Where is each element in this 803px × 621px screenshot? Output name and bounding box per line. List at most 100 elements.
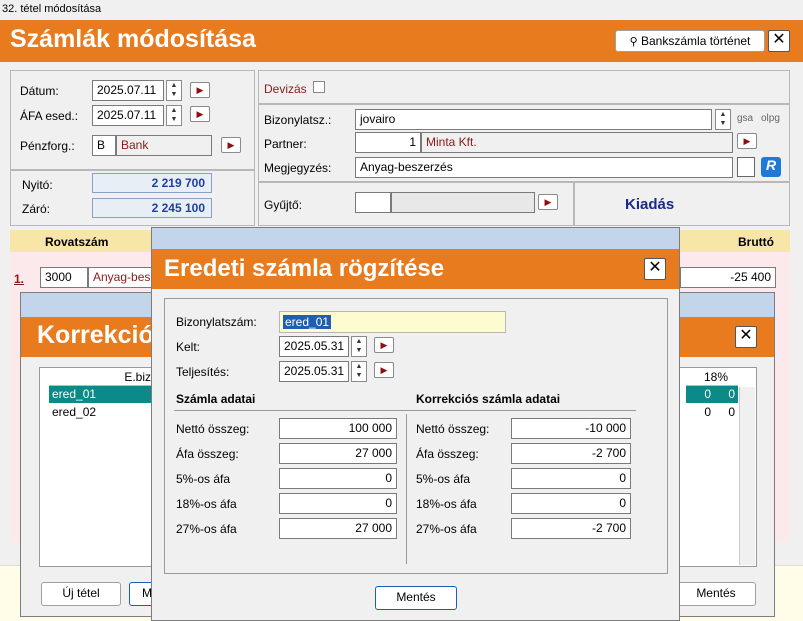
bank-history-button[interactable]: ⚲ Bankszámla történet <box>615 30 765 52</box>
korr-afa18-label: 18%-os áfa <box>416 497 477 511</box>
teljesites-input[interactable]: 2025.05.31 <box>279 361 349 382</box>
korr-adatai-header: Korrekciós számla adatai <box>416 392 561 406</box>
penzforg-value: Bank <box>116 135 212 156</box>
kelt-label: Kelt: <box>176 340 201 354</box>
korr-netto-input[interactable]: -10 000 <box>511 418 631 439</box>
afa18-input[interactable]: 0 <box>279 493 397 514</box>
eredeti-szamla-dialog: Eredeti számla rögzítése ✕ Bizonylatszám… <box>151 227 680 621</box>
afa18-label: 18%-os áfa <box>176 497 237 511</box>
list-scrollbar[interactable] <box>739 387 755 565</box>
korr-afa-osszeg-input[interactable]: -2 700 <box>511 443 631 464</box>
col-ebizs: E.bizs <box>49 368 159 386</box>
uj-tetel-button[interactable]: Új tétel <box>41 582 121 606</box>
korr-afa18-input[interactable]: 0 <box>511 493 631 514</box>
col-18: 18% <box>686 368 738 386</box>
penzforg-label: Pénzforg.: <box>20 139 75 153</box>
megjegyzes-input[interactable]: Anyag-beszerzés <box>355 157 733 178</box>
kiadas-panel <box>574 182 790 226</box>
bizonylatszam-label: Bizonylatszám: <box>176 315 257 329</box>
bizonylat-input[interactable]: jovairo <box>355 109 712 130</box>
devizas-checkbox[interactable] <box>313 81 325 93</box>
korr-afa-osszeg-label: Áfa összeg: <box>416 447 479 461</box>
datum-spinner[interactable]: ▲ ▼ <box>166 80 182 101</box>
nyito-label: Nyitó: <box>22 178 53 192</box>
zaro-value: 2 245 100 <box>92 198 212 218</box>
row-name: Anyag-besz <box>88 267 152 288</box>
bizonylatszam-input[interactable]: ered_01 <box>279 311 506 333</box>
penzforg-code-input[interactable]: B <box>92 135 116 156</box>
gsa-button[interactable]: gsa <box>737 113 753 124</box>
zaro-label: Záró: <box>22 202 51 216</box>
afa-arrow-button[interactable]: ▶ <box>190 106 210 122</box>
partner-label: Partner: <box>264 137 307 151</box>
close-button[interactable]: ✕ <box>768 30 790 52</box>
netto-input[interactable]: 100 000 <box>279 418 397 439</box>
afa-spinner[interactable]: ▲ ▼ <box>166 105 182 126</box>
partner-name: Minta Kft. <box>421 132 733 153</box>
col-rovatszam: Rovatszám <box>45 235 109 249</box>
person-icon: ⚲ <box>629 36 638 48</box>
bank-history-label: Bankszámla történet <box>641 34 751 48</box>
afa-input[interactable]: 2025.07.11 <box>92 105 164 126</box>
partner-num-input[interactable]: 1 <box>355 132 421 153</box>
column-divider <box>406 414 407 564</box>
list-item-v2: 0 <box>728 405 735 419</box>
megjegyzes-label: Megjegyzés: <box>264 161 332 175</box>
eredeti-close-button[interactable]: ✕ <box>644 258 666 280</box>
gyujto-name <box>391 192 535 213</box>
window-title: 32. tétel módosítása <box>0 0 803 20</box>
partner-arrow-button[interactable]: ▶ <box>737 133 757 149</box>
document-icon[interactable] <box>737 157 755 177</box>
gyujto-input[interactable] <box>355 192 391 213</box>
teljesites-spinner[interactable]: ▲ ▼ <box>351 361 367 382</box>
korr-afa5-input[interactable]: 0 <box>511 468 631 489</box>
teljesites-arrow-button[interactable]: ▶ <box>374 362 394 378</box>
korrekcio-mentes-button[interactable]: Mentés <box>676 582 756 606</box>
afa27-label: 27%-os áfa <box>176 522 237 536</box>
bizonylatszam-value: ered_01 <box>283 315 332 329</box>
korr-afa5-label: 5%-os áfa <box>416 472 471 486</box>
gyujto-arrow-button[interactable]: ▶ <box>538 194 558 210</box>
col-brutto: Bruttó <box>738 235 774 249</box>
olpg-button[interactable]: olpg <box>761 113 780 124</box>
bizonylat-spinner[interactable]: ▲ ▼ <box>715 109 731 130</box>
szamla-adatai-header: Számla adatai <box>176 392 256 406</box>
datum-input[interactable]: 2025.07.11 <box>92 80 164 101</box>
list-item-v1: 0 <box>704 405 711 419</box>
afa5-label: 5%-os áfa <box>176 472 231 486</box>
section-divider <box>174 410 636 411</box>
kiadas-label: Kiadás <box>625 196 675 213</box>
afa-label: ÁFA esed.: <box>20 109 79 123</box>
row-brutto[interactable]: -25 400 <box>680 267 776 288</box>
afa-osszeg-label: Áfa összeg: <box>176 447 239 461</box>
bizonylat-label: Bizonylatsz.: <box>264 113 332 127</box>
r-app-icon[interactable]: R <box>761 157 781 177</box>
penzforg-arrow-button[interactable]: ▶ <box>221 137 241 153</box>
devizas-label: Devizás <box>264 82 307 96</box>
korrekcio-close-button[interactable]: ✕ <box>735 326 757 348</box>
eredeti-title: Eredeti számla rögzítése <box>152 249 679 289</box>
eredeti-titlebar <box>152 228 679 249</box>
datum-arrow-button[interactable]: ▶ <box>190 82 210 98</box>
kelt-spinner[interactable]: ▲ ▼ <box>351 336 367 357</box>
list-item-v1: 0 <box>686 386 714 403</box>
list-item[interactable]: ered_01 <box>49 386 159 403</box>
afa5-input[interactable]: 0 <box>279 468 397 489</box>
row-number: 1. <box>14 272 25 286</box>
nyito-value: 2 219 700 <box>92 173 212 193</box>
korr-afa27-label: 27%-os áfa <box>416 522 477 536</box>
korr-afa27-input[interactable]: -2 700 <box>511 518 631 539</box>
devizas-panel <box>258 70 790 104</box>
list-item-v2: 0 <box>714 386 738 403</box>
row-code[interactable]: 3000 <box>40 267 88 288</box>
korr-netto-label: Nettó összeg: <box>416 422 490 436</box>
list-item[interactable]: ered_02 <box>49 404 159 421</box>
datum-label: Dátum: <box>20 84 59 98</box>
afa-osszeg-input[interactable]: 27 000 <box>279 443 397 464</box>
mentes-button[interactable]: Mentés <box>375 586 457 610</box>
afa27-input[interactable]: 27 000 <box>279 518 397 539</box>
netto-label: Nettó összeg: <box>176 422 250 436</box>
teljesites-label: Teljesítés: <box>176 365 230 379</box>
kelt-input[interactable]: 2025.05.31 <box>279 336 349 357</box>
kelt-arrow-button[interactable]: ▶ <box>374 337 394 353</box>
